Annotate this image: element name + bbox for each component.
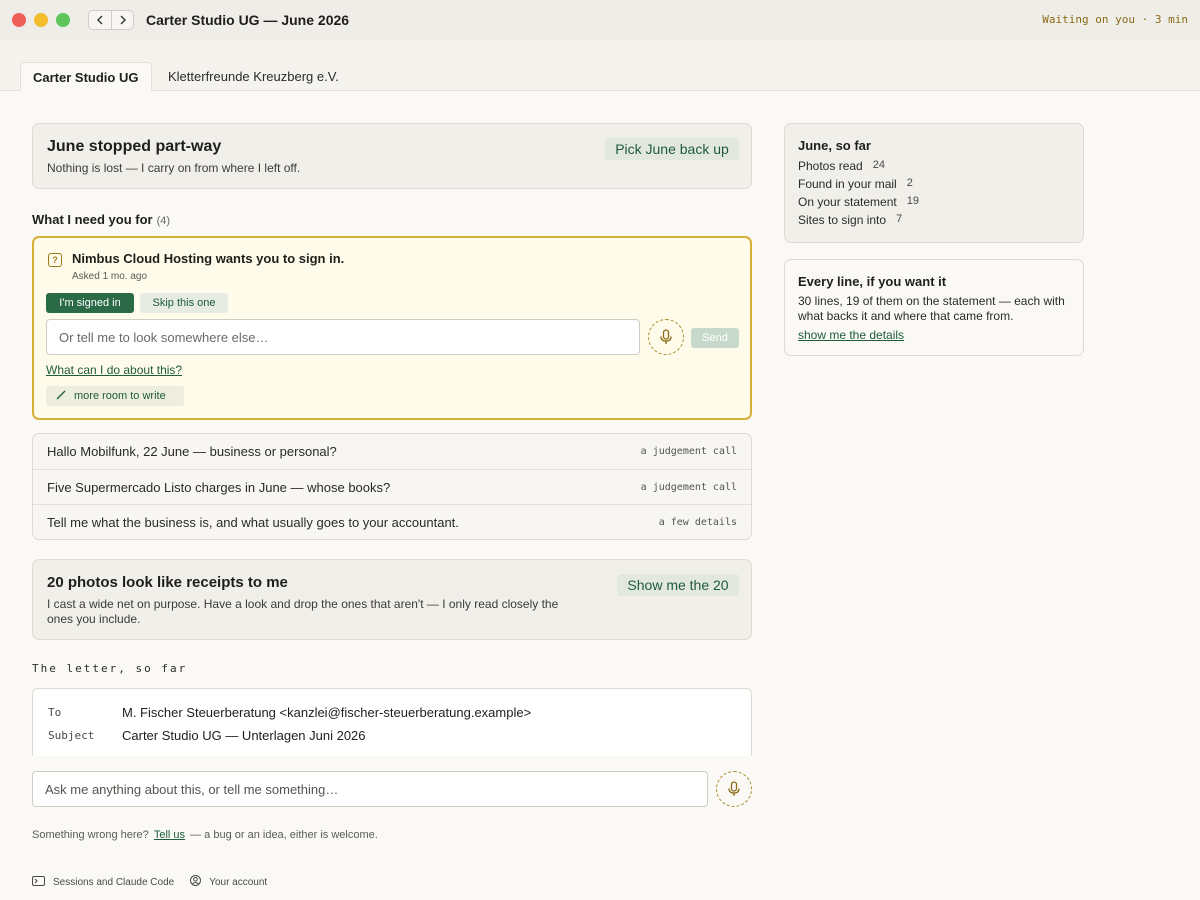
account-icon: [190, 875, 202, 889]
title-bar: Carter Studio UG — June 2026 Waiting on …: [0, 0, 1200, 40]
lines-title: Every line, if you want it: [798, 274, 947, 289]
microphone-icon[interactable]: [716, 771, 752, 807]
answer-input[interactable]: Or tell me to look somewhere else…: [46, 319, 640, 355]
send-button[interactable]: Send: [691, 328, 739, 348]
stats-title: June, so far: [798, 138, 871, 153]
letter-to-row: To M. Fischer Steuerberatung <kanzlei@fi…: [48, 705, 531, 720]
list-item-tag: a judgement call: [640, 481, 737, 493]
feedback-line: Something wrong here? Tell us — a bug or…: [32, 829, 378, 841]
stat-label: Found in your mail: [798, 177, 897, 191]
window-title: Carter Studio UG — June 2026: [146, 12, 350, 28]
waiting-status: Waiting on you · 3 min: [1042, 13, 1188, 26]
resume-subtitle: Nothing is lost — I carry on from where …: [47, 161, 301, 175]
tab-kletterfreunde[interactable]: Kletterfreunde Kreuzberg e.V.: [156, 62, 351, 91]
minimize-window-button[interactable]: [34, 13, 48, 27]
skip-button[interactable]: Skip this one: [140, 293, 228, 313]
list-item[interactable]: Five Supermercado Listo charges in June …: [33, 469, 751, 504]
stat-label: Sites to sign into: [798, 213, 887, 227]
stats-card: June, so far Photos read 24 Found in you…: [784, 123, 1084, 243]
list-item[interactable]: Tell me what the business is, and what u…: [33, 504, 751, 539]
needs-heading: What I need you for (4): [32, 212, 171, 227]
resume-card: June stopped part-way Nothing is lost — …: [32, 123, 752, 189]
letter-label: The letter, so far: [32, 662, 188, 675]
workspace-tabs: Carter Studio UG Kletterfreunde Kreuzber…: [0, 40, 1200, 92]
resume-title: June stopped part-way: [47, 138, 222, 155]
window-controls: [12, 13, 70, 27]
stat-value: 2: [906, 177, 913, 189]
sessions-link[interactable]: Sessions and Claude Code: [32, 875, 174, 889]
footer: Sessions and Claude Code Your account: [32, 875, 267, 889]
pencil-icon: [56, 390, 66, 403]
stat-value: 7: [896, 213, 903, 225]
lines-card: Every line, if you want it 30 lines, 19 …: [784, 259, 1084, 356]
receipts-card: 20 photos look like receipts to me I cas…: [32, 559, 752, 640]
microphone-icon[interactable]: [648, 319, 684, 355]
help-link[interactable]: What can I do about this?: [46, 363, 182, 377]
question-text: Nimbus Cloud Hosting wants you to sign i…: [72, 251, 345, 266]
account-label: Your account: [209, 876, 268, 888]
needs-count: (4): [156, 215, 171, 227]
list-item-tag: a few details: [658, 516, 737, 528]
show-receipts-button[interactable]: Show me the 20: [617, 574, 739, 596]
active-question-card: ? Nimbus Cloud Hosting wants you to sign…: [32, 236, 752, 420]
stat-row: Sites to sign into 7: [798, 213, 919, 227]
stat-value: 24: [872, 159, 885, 171]
stat-row: Found in your mail 2: [798, 177, 919, 191]
lines-body: 30 lines, 19 of them on the statement — …: [798, 294, 1065, 323]
list-item-text: Tell me what the business is, and what u…: [47, 514, 459, 530]
sessions-label: Sessions and Claude Code: [53, 876, 175, 888]
list-item-text: Five Supermercado Listo charges in June …: [47, 479, 391, 495]
letter-to-label: To: [48, 706, 62, 719]
stats-rows: Photos read 24 Found in your mail 2 On y…: [798, 159, 919, 231]
receipts-title: 20 photos look like receipts to me: [47, 574, 288, 591]
more-room-button[interactable]: more room to write: [46, 386, 184, 406]
zoom-window-button[interactable]: [56, 13, 70, 27]
more-room-label: more room to write: [74, 390, 166, 402]
letter-subject-label: Subject: [48, 729, 95, 742]
sessions-icon: [32, 875, 45, 889]
tell-us-link[interactable]: Tell us: [154, 829, 185, 841]
question-icon: ?: [48, 253, 62, 267]
list-item-tag: a judgement call: [640, 446, 737, 457]
forward-icon[interactable]: [111, 11, 133, 29]
pick-back-up-button[interactable]: Pick June back up: [605, 138, 739, 160]
list-item[interactable]: Hallo Mobilfunk, 22 June — business or p…: [33, 434, 751, 469]
signed-in-button[interactable]: I'm signed in: [46, 293, 134, 313]
details-link[interactable]: show me the details: [798, 328, 904, 342]
chat-input[interactable]: Ask me anything about this, or tell me s…: [32, 771, 708, 807]
history-nav: [88, 10, 134, 30]
account-link[interactable]: Your account: [190, 875, 267, 889]
stat-row: Photos read 24: [798, 159, 919, 173]
letter-subject-row: Subject Carter Studio UG — Unterlagen Ju…: [48, 728, 366, 743]
question-asked: Asked 1 mo. ago: [72, 271, 148, 282]
back-icon[interactable]: [89, 11, 111, 29]
close-window-button[interactable]: [12, 13, 26, 27]
feedback-suffix: — a bug or an idea, either is welcome.: [190, 829, 378, 841]
receipts-body: I cast a wide net on purpose. Have a loo…: [47, 597, 559, 626]
stat-label: Photos read: [798, 159, 863, 173]
stat-row: On your statement 19: [798, 195, 919, 209]
stat-label: On your statement: [798, 195, 897, 209]
stat-value: 19: [906, 195, 919, 207]
feedback-prefix: Something wrong here?: [32, 829, 149, 841]
needs-list: Hallo Mobilfunk, 22 June — business or p…: [32, 433, 752, 540]
letter-to-value: M. Fischer Steuerberatung <kanzlei@fisch…: [122, 705, 532, 720]
letter-subject-value: Carter Studio UG — Unterlagen Juni 2026: [122, 728, 366, 743]
list-item-text: Hallo Mobilfunk, 22 June — business or p…: [47, 444, 337, 459]
tab-carter-studio[interactable]: Carter Studio UG: [20, 62, 152, 92]
letter-preview: To M. Fischer Steuerberatung <kanzlei@fi…: [32, 688, 752, 756]
